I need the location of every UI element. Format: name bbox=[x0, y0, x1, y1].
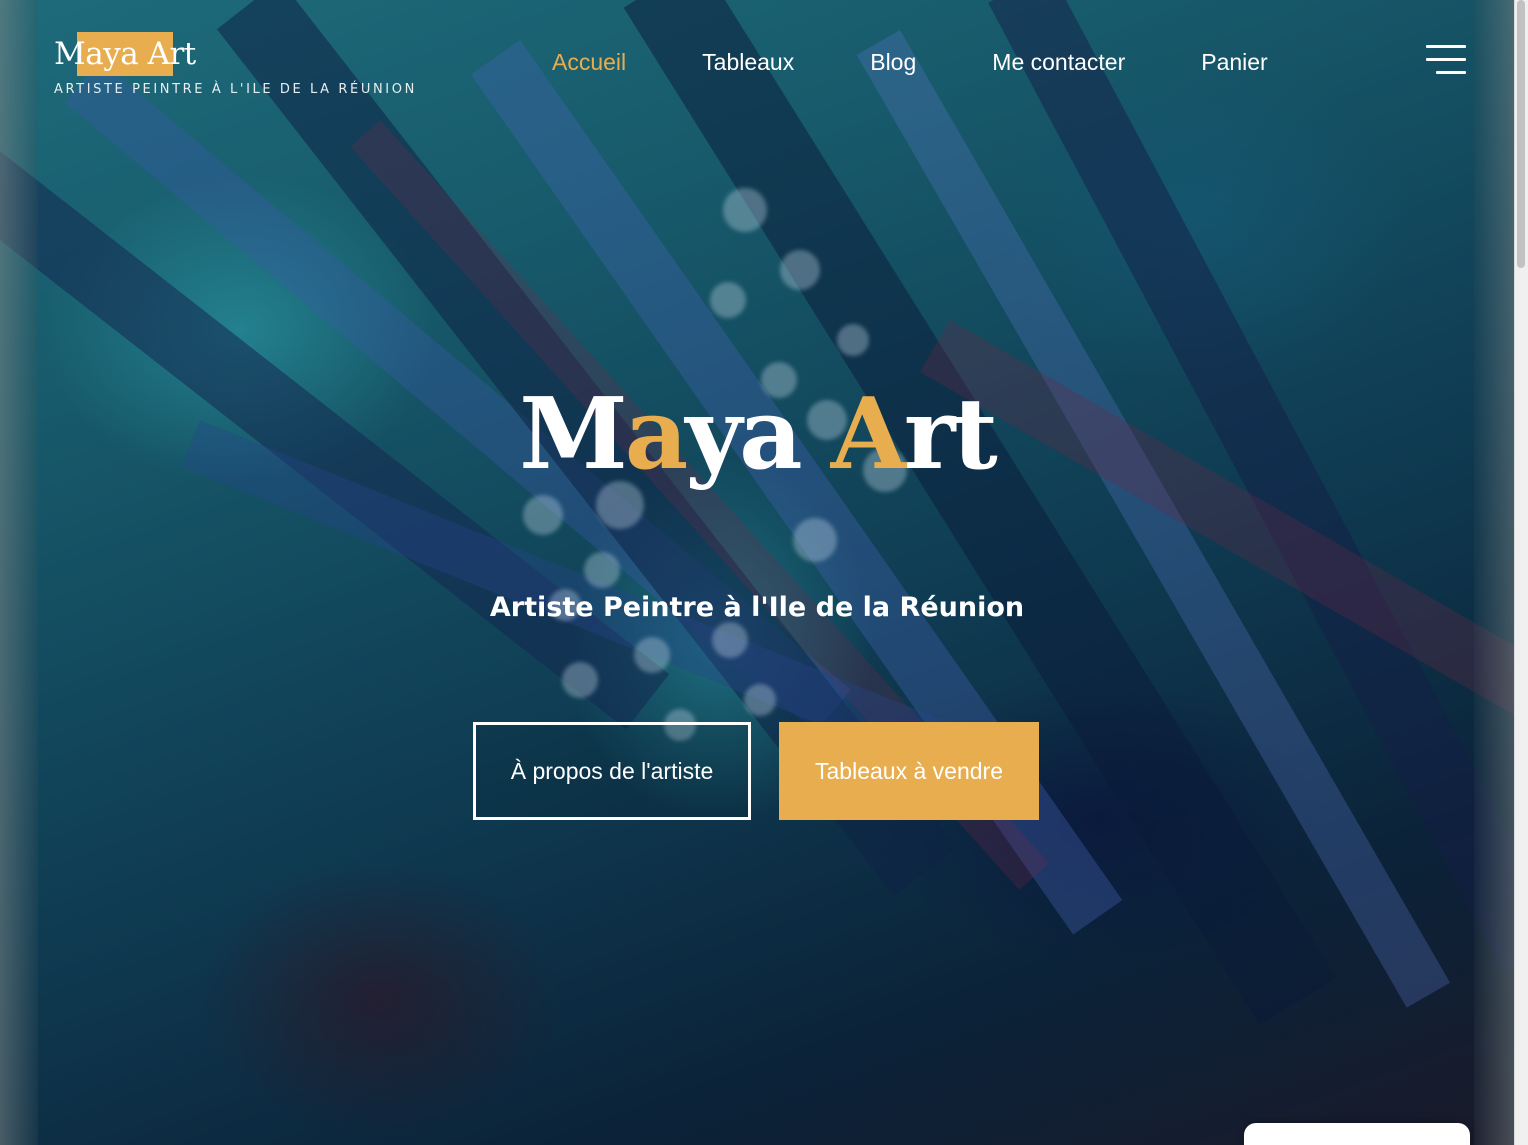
painting-dot bbox=[523, 495, 563, 535]
painting-dot bbox=[634, 637, 670, 673]
painting-dot bbox=[562, 662, 598, 698]
painting-dot bbox=[793, 518, 837, 562]
page: Maya Art ARTISTE PEINTRE À L'ILE DE LA R… bbox=[0, 0, 1528, 1145]
nav-item-blog[interactable]: Blog bbox=[870, 46, 916, 78]
scrollbar[interactable] bbox=[1514, 0, 1528, 1145]
hero-subtitle: Artiste Peintre à l'Ile de la Réunion bbox=[489, 592, 1025, 623]
painting-dot bbox=[837, 324, 869, 356]
hamburger-icon[interactable] bbox=[1426, 45, 1466, 77]
painting-dot bbox=[780, 250, 820, 290]
logo-tagline: ARTISTE PEINTRE À L'ILE DE LA RÉUNION bbox=[54, 82, 417, 97]
main-nav: Accueil Tableaux Blog Me contacter Panie… bbox=[552, 46, 1268, 78]
site-logo[interactable]: Maya Art bbox=[54, 32, 196, 76]
painting-dot bbox=[723, 188, 767, 232]
hero-title-part: M bbox=[519, 377, 627, 492]
paintings-for-sale-button[interactable]: Tableaux à vendre bbox=[779, 722, 1039, 820]
painting-dot bbox=[744, 684, 776, 716]
scrollbar-thumb[interactable] bbox=[1517, 0, 1525, 268]
painting-dot bbox=[710, 282, 746, 318]
hero-title-accent: A bbox=[830, 377, 907, 492]
logo-title: Maya Art bbox=[54, 32, 196, 76]
hero-background-painting bbox=[0, 0, 1528, 1145]
hero-title-part: ya bbox=[685, 377, 831, 492]
nav-item-accueil[interactable]: Accueil bbox=[552, 46, 626, 78]
right-edge-shade bbox=[1474, 0, 1514, 1145]
hero-title-accent: a bbox=[624, 377, 688, 492]
chat-widget[interactable] bbox=[1244, 1123, 1470, 1145]
left-edge-shade bbox=[0, 0, 38, 1145]
nav-item-me-contacter[interactable]: Me contacter bbox=[992, 46, 1125, 78]
nav-item-panier[interactable]: Panier bbox=[1201, 46, 1267, 78]
logo-text: Maya Art bbox=[54, 36, 196, 72]
nav-item-tableaux[interactable]: Tableaux bbox=[702, 46, 794, 78]
hero-title: Maya Art bbox=[0, 375, 1514, 495]
hero-title-part: rt bbox=[903, 377, 998, 492]
about-artist-button[interactable]: À propos de l'artiste bbox=[473, 722, 751, 820]
painting-dot bbox=[584, 552, 620, 588]
